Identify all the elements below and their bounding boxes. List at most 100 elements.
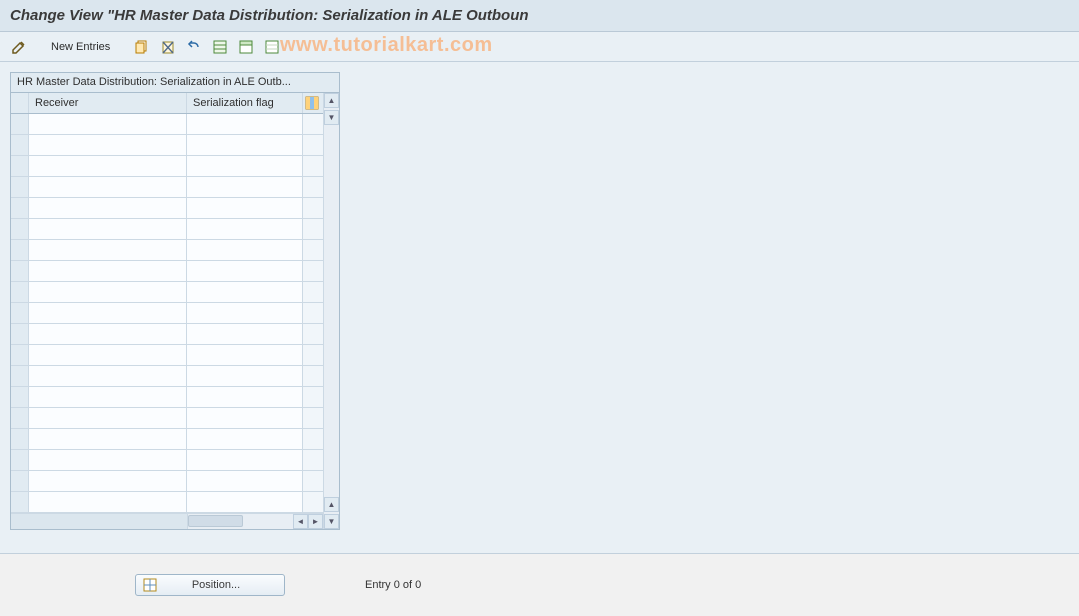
toggle-edit-icon[interactable] [8,37,30,57]
row-selector[interactable] [11,450,29,470]
cell-serialization-flag[interactable] [187,282,303,302]
row-selector[interactable] [11,156,29,176]
configure-columns-icon[interactable] [303,93,321,113]
cell-receiver[interactable] [29,177,187,197]
cell-receiver[interactable] [29,114,187,134]
table-row[interactable] [11,198,323,219]
table-row[interactable] [11,324,323,345]
cell-receiver[interactable] [29,345,187,365]
cell-receiver[interactable] [29,198,187,218]
cell-receiver[interactable] [29,261,187,281]
deselect-all-icon[interactable] [261,37,283,57]
delete-icon[interactable] [157,37,179,57]
cell-serialization-flag[interactable] [187,408,303,428]
cell-receiver[interactable] [29,450,187,470]
row-selector[interactable] [11,261,29,281]
row-selector[interactable] [11,471,29,491]
table-row[interactable] [11,450,323,471]
table-row[interactable] [11,135,323,156]
row-selector[interactable] [11,114,29,134]
table-row[interactable] [11,387,323,408]
vscroll-down-icon[interactable]: ▼ [324,514,339,529]
row-selector[interactable] [11,324,29,344]
select-all-icon[interactable] [209,37,231,57]
cell-serialization-flag[interactable] [187,366,303,386]
column-header-serialization-flag[interactable]: Serialization flag [187,93,303,113]
table-row[interactable] [11,282,323,303]
cell-receiver[interactable] [29,324,187,344]
vscroll-up-icon[interactable]: ▲ [324,93,339,108]
cell-serialization-flag[interactable] [187,324,303,344]
cell-receiver[interactable] [29,282,187,302]
cell-serialization-flag[interactable] [187,345,303,365]
copy-as-icon[interactable] [131,37,153,57]
row-selector[interactable] [11,282,29,302]
cell-serialization-flag[interactable] [187,387,303,407]
cell-serialization-flag[interactable] [187,261,303,281]
cell-serialization-flag[interactable] [187,450,303,470]
hscroll-right-icon[interactable]: ► [308,514,323,529]
cell-serialization-flag[interactable] [187,429,303,449]
select-all-rows-cell[interactable] [11,93,29,113]
vscroll-up2-icon[interactable]: ▼ [324,110,339,125]
table-row[interactable] [11,366,323,387]
cell-serialization-flag[interactable] [187,219,303,239]
table-row[interactable] [11,345,323,366]
table-row[interactable] [11,219,323,240]
cell-serialization-flag[interactable] [187,177,303,197]
row-selector[interactable] [11,219,29,239]
position-button[interactable]: Position... [135,574,285,596]
table-row[interactable] [11,177,323,198]
horizontal-scrollbar[interactable]: ◄ ► [11,513,323,529]
table-row[interactable] [11,114,323,135]
row-selector[interactable] [11,177,29,197]
table-row[interactable] [11,240,323,261]
vertical-scrollbar[interactable]: ▲ ▼ ▲ ▼ [323,93,339,529]
row-selector[interactable] [11,198,29,218]
row-selector[interactable] [11,135,29,155]
undo-icon[interactable] [183,37,205,57]
table-row[interactable] [11,492,323,513]
cell-receiver[interactable] [29,366,187,386]
cell-serialization-flag[interactable] [187,303,303,323]
row-selector[interactable] [11,492,29,512]
cell-receiver[interactable] [29,240,187,260]
row-selector[interactable] [11,408,29,428]
row-selector[interactable] [11,303,29,323]
row-selector[interactable] [11,387,29,407]
row-selector[interactable] [11,345,29,365]
cell-serialization-flag[interactable] [187,156,303,176]
cell-receiver[interactable] [29,303,187,323]
hscroll-thumb[interactable] [188,515,243,527]
hscroll-left-icon[interactable]: ◄ [293,514,308,529]
row-selector[interactable] [11,240,29,260]
new-entries-button[interactable]: New Entries [42,37,119,57]
table-row[interactable] [11,471,323,492]
column-header-receiver[interactable]: Receiver [29,93,187,113]
cell-serialization-flag[interactable] [187,135,303,155]
table-row[interactable] [11,303,323,324]
select-block-icon[interactable] [235,37,257,57]
table-row[interactable] [11,408,323,429]
row-selector[interactable] [11,429,29,449]
hscroll-track[interactable] [187,514,293,529]
cell-receiver[interactable] [29,492,187,512]
cell-serialization-flag[interactable] [187,240,303,260]
cell-receiver[interactable] [29,135,187,155]
table-row[interactable] [11,156,323,177]
cell-receiver[interactable] [29,156,187,176]
cell-receiver[interactable] [29,429,187,449]
cell-serialization-flag[interactable] [187,492,303,512]
table-row[interactable] [11,429,323,450]
cell-receiver[interactable] [29,471,187,491]
cell-serialization-flag[interactable] [187,471,303,491]
cell-serialization-flag[interactable] [187,114,303,134]
cell-receiver[interactable] [29,387,187,407]
row-selector[interactable] [11,366,29,386]
vscroll-down2-icon[interactable]: ▲ [324,497,339,512]
cell-receiver[interactable] [29,408,187,428]
table-row[interactable] [11,261,323,282]
cell-serialization-flag[interactable] [187,198,303,218]
cell-receiver[interactable] [29,219,187,239]
vscroll-track[interactable] [324,125,339,497]
